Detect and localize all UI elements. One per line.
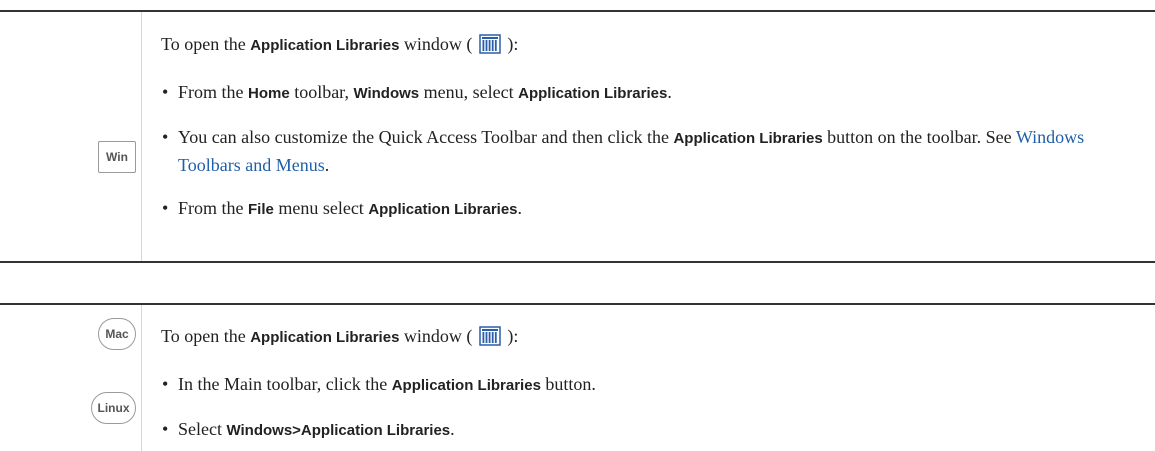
mac-linux-intro: To open the Application Libraries window… xyxy=(161,326,519,346)
application-libraries-icon xyxy=(479,326,501,346)
mac-linux-instructions: To open the Application Libraries window… xyxy=(161,323,1141,444)
linux-badge: Linux xyxy=(91,392,136,424)
win-intro: To open the Application Libraries window… xyxy=(161,34,519,54)
top-rule-mac-linux xyxy=(0,303,1155,305)
list-item: • You can also customize the Quick Access… xyxy=(162,127,1085,175)
side-separator-win xyxy=(141,12,142,262)
application-libraries-icon xyxy=(479,34,501,54)
mac-badge: Mac xyxy=(98,318,136,350)
side-separator-mac-linux xyxy=(141,305,142,451)
bottom-rule-win xyxy=(0,261,1155,263)
app-libraries-label: Application Libraries xyxy=(250,329,400,346)
list-item: • From the Home toolbar, Windows menu, se… xyxy=(162,82,672,102)
app-libraries-label: Application Libraries xyxy=(250,37,400,54)
list-item: • Select Windows>Application Libraries. xyxy=(162,419,455,439)
list-item: • In the Main toolbar, click the Applicat… xyxy=(162,374,596,394)
list-item: • From the File menu select Application L… xyxy=(162,198,523,218)
mac-linux-list: • In the Main toolbar, click the Applicat… xyxy=(161,371,1141,444)
win-list: • From the Home toolbar, Windows menu, se… xyxy=(161,79,1141,223)
win-badge: Win xyxy=(98,141,136,173)
win-instructions: To open the Application Libraries window… xyxy=(161,31,1141,223)
top-rule-win xyxy=(0,10,1155,12)
